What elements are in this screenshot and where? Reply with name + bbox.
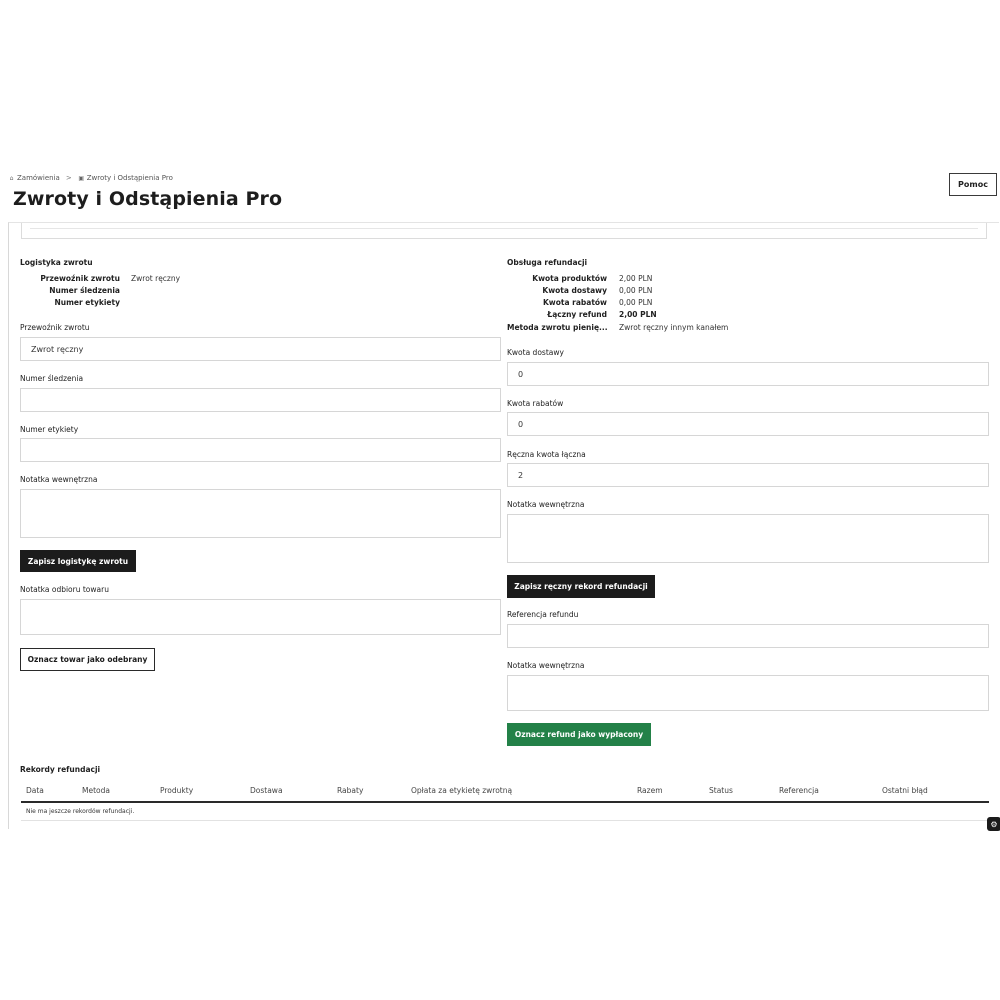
breadcrumb-orders-label[interactable]: Zamówienia	[17, 174, 60, 182]
internal-note-field-label: Notatka wewnętrzna	[20, 475, 98, 484]
manual-total-input[interactable]	[507, 463, 989, 487]
logistics-section-title: Logistyka zwrotu	[20, 258, 93, 267]
table-row: Nie ma jeszcze rekordów refundacji.	[21, 802, 989, 821]
breadcrumb: ⌂ Zamówienia > ▣ Zwroty i Odstąpienia Pr…	[8, 174, 173, 182]
app-root: ⌂ Zamówienia > ▣ Zwroty i Odstąpienia Pr…	[0, 0, 1000, 1000]
save-manual-refund-button[interactable]: Zapisz ręczny rekord refundacji	[507, 575, 655, 598]
shipping-amount-input[interactable]	[507, 362, 989, 386]
refund-internal-note-field-label: Notatka wewnętrzna	[507, 500, 585, 509]
summary-discount-amount-label: Kwota rabatów	[542, 298, 607, 307]
summary-products-amount-value: 2,00 PLN	[619, 274, 653, 283]
refund-method-value: Zwrot ręczny innym kanałem	[619, 323, 729, 332]
previous-section-card	[21, 223, 987, 239]
column-header-date: Data	[21, 779, 77, 803]
refund-reference-input[interactable]	[507, 624, 989, 648]
carrier-input[interactable]	[20, 337, 501, 361]
summary-tracking-label: Numer śledzenia	[49, 286, 120, 295]
content-panel: Logistyka zwrotu Przewoźnik zwrotu Zwrot…	[8, 222, 999, 829]
help-button[interactable]: Pomoc	[949, 173, 997, 196]
shipping-amount-field-label: Kwota dostawy	[507, 348, 564, 357]
breadcrumb-item-current: ▣ Zwroty i Odstąpienia Pro	[78, 174, 173, 182]
receipt-note-field-label: Notatka odbioru towaru	[20, 585, 109, 594]
refund-section-title: Obsługa refundacji	[507, 258, 588, 267]
column-header-discounts: Rabaty	[332, 779, 406, 803]
refund-internal-note2-textarea[interactable]	[507, 675, 989, 711]
summary-carrier-label: Przewoźnik zwrotu	[40, 274, 120, 283]
summary-total-refund-label: Łączny refund	[547, 310, 607, 319]
summary-discount-amount-value: 0,00 PLN	[619, 298, 653, 307]
mark-received-button[interactable]: Oznacz towar jako odebrany	[20, 648, 155, 671]
column-header-reference: Referencja	[774, 779, 877, 803]
receipt-note-textarea[interactable]	[20, 599, 501, 635]
label-number-input[interactable]	[20, 438, 501, 462]
carrier-field-label: Przewoźnik zwrotu	[20, 323, 90, 332]
column-header-products: Produkty	[155, 779, 245, 803]
refund-reference-field-label: Referencja refundu	[507, 610, 579, 619]
summary-carrier-value: Zwrot ręczny	[131, 274, 181, 283]
page-title: Zwroty i Odstąpienia Pro	[13, 188, 283, 210]
label-number-field-label: Numer etykiety	[20, 425, 79, 434]
refund-records-title: Rekordy refundacji	[20, 765, 101, 774]
discount-amount-field-label: Kwota rabatów	[507, 399, 564, 408]
store-icon: ⌂	[9, 174, 14, 182]
tracking-input[interactable]	[20, 388, 501, 412]
module-icon: ▣	[78, 174, 85, 182]
logistics-internal-note-textarea[interactable]	[20, 489, 501, 538]
summary-products-amount-label: Kwota produktów	[532, 274, 607, 283]
refund-internal-note2-field-label: Notatka wewnętrzna	[507, 661, 585, 670]
widget-icon[interactable]: ⚙	[987, 817, 1000, 831]
manual-total-field-label: Ręczna kwota łączna	[507, 450, 586, 459]
summary-label-number-label: Numer etykiety	[54, 298, 120, 307]
discount-amount-input[interactable]	[507, 412, 989, 436]
column-header-method: Metoda	[77, 779, 155, 803]
refund-internal-note-textarea[interactable]	[507, 514, 989, 563]
summary-shipping-amount-label: Kwota dostawy	[542, 286, 607, 295]
refund-method-label: Metoda zwrotu pienię...	[507, 323, 608, 332]
breadcrumb-item-orders[interactable]: ⌂ Zamówienia	[8, 174, 60, 182]
table-header-row: Data Metoda Produkty Dostawa Rabaty Opła…	[21, 779, 989, 803]
save-logistics-button[interactable]: Zapisz logistykę zwrotu	[20, 550, 136, 572]
breadcrumb-current-label: Zwroty i Odstąpienia Pro	[86, 174, 173, 182]
column-header-status: Status	[704, 779, 774, 803]
breadcrumb-separator: >	[65, 174, 72, 182]
tracking-field-label: Numer śledzenia	[20, 374, 84, 383]
refund-records-table: Data Metoda Produkty Dostawa Rabaty Opła…	[21, 779, 989, 821]
empty-records-message: Nie ma jeszcze rekordów refundacji.	[21, 802, 989, 821]
mark-refund-paid-button[interactable]: Oznacz refund jako wypłacony	[507, 723, 651, 746]
divider	[30, 228, 978, 229]
column-header-last-error: Ostatni błąd	[877, 779, 989, 803]
column-header-return-label-fee: Opłata za etykietę zwrotną	[406, 779, 632, 803]
summary-shipping-amount-value: 0,00 PLN	[619, 286, 653, 295]
column-header-total: Razem	[632, 779, 704, 803]
summary-total-refund-value: 2,00 PLN	[619, 310, 657, 319]
column-header-shipping: Dostawa	[245, 779, 332, 803]
